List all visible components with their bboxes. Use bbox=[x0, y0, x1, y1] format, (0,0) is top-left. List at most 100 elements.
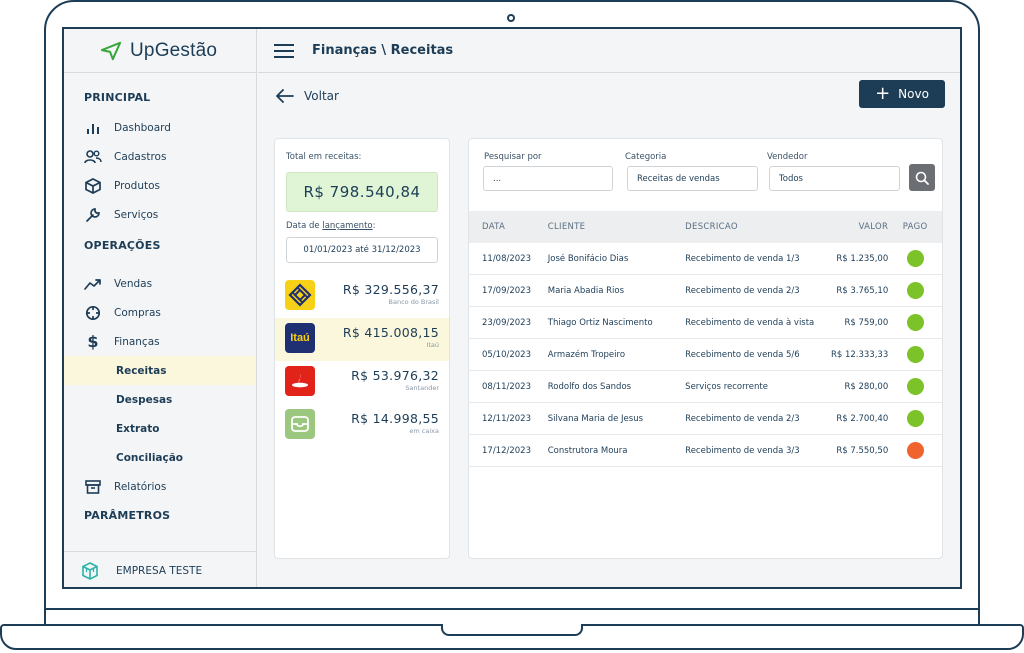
back-button[interactable]: Voltar bbox=[276, 89, 339, 103]
paid-status-dot[interactable] bbox=[906, 346, 924, 363]
table-row[interactable]: 05/10/2023 Armazém Tropeiro Recebimento de… bbox=[469, 339, 942, 371]
sidebar-item-dashboard[interactable]: Dashboard bbox=[64, 113, 256, 142]
sidebar-item-label: Vendas bbox=[114, 277, 153, 290]
sidebar-item-label: Dashboard bbox=[114, 121, 171, 134]
date-label-link[interactable]: lançamento bbox=[322, 221, 372, 231]
accounts-panel: Total em receitas: R$ 798.540,84 Data de… bbox=[274, 138, 450, 559]
cell-paid bbox=[888, 250, 942, 267]
cell-description: Recebimento de venda à vista bbox=[685, 317, 815, 328]
sidebar-subitem-conciliacao[interactable]: Conciliação bbox=[64, 443, 256, 472]
bank-amount: R$ 329.556,37 bbox=[342, 282, 439, 297]
sidebar-item-label: Compras bbox=[114, 306, 161, 319]
sidebar-item-relatorios[interactable]: Relatórios bbox=[64, 472, 256, 501]
unpaid-status-dot[interactable] bbox=[906, 442, 924, 459]
cell-description: Recebimento de venda 2/3 bbox=[685, 285, 800, 296]
hamburger-menu-icon[interactable] bbox=[274, 43, 294, 58]
cell-client: Armazém Tropeiro bbox=[547, 349, 626, 360]
filters-bar: Pesquisar por ... Categoria Receitas de … bbox=[469, 139, 942, 211]
paper-plane-icon bbox=[100, 41, 122, 60]
date-range-input[interactable]: 01/01/2023 até 31/12/2023 bbox=[286, 237, 438, 263]
category-select[interactable]: Receitas de vendas bbox=[627, 166, 758, 191]
date-label-prefix: Data de bbox=[286, 221, 323, 231]
cell-description: Recebimento de venda 1/3 bbox=[685, 253, 800, 264]
search-input[interactable]: ... bbox=[483, 166, 613, 191]
bank-name: Banco do Brasil bbox=[388, 298, 439, 306]
paid-status-dot[interactable] bbox=[906, 314, 924, 331]
topbar: Finanças \ Receitas bbox=[258, 29, 960, 73]
column-header-client[interactable]: CLIENTE bbox=[535, 222, 672, 232]
cube-icon bbox=[82, 561, 98, 580]
cell-date: 11/08/2023 bbox=[482, 253, 531, 264]
sidebar-item-compras[interactable]: Compras bbox=[64, 298, 256, 327]
bank-row-caixa[interactable]: R$ 14.998,55 em caixa bbox=[275, 404, 449, 447]
sidebar-item-label: Produtos bbox=[114, 179, 160, 192]
company-name: EMPRESA TESTE bbox=[116, 564, 203, 577]
company-selector[interactable]: EMPRESA TESTE bbox=[64, 551, 256, 587]
cell-value: R$ 3.765,10 bbox=[836, 285, 889, 296]
bank-row-banco-do-brasil[interactable]: R$ 329.556,37 Banco do Brasil bbox=[275, 275, 449, 318]
bar-chart-icon bbox=[84, 119, 102, 137]
sidebar-item-produtos[interactable]: Produtos bbox=[64, 171, 256, 200]
sidebar-item-cadastros[interactable]: Cadastros bbox=[64, 142, 256, 171]
itau-logo-icon: Itaú bbox=[285, 323, 315, 353]
section-parametros: PARÂMETROS bbox=[84, 509, 171, 522]
date-label: Data de lançamento: bbox=[275, 212, 449, 231]
cell-description: Recebimento de venda 3/3 bbox=[685, 445, 800, 456]
cell-value: R$ 280,00 bbox=[844, 381, 889, 392]
cash-drawer-icon bbox=[285, 409, 315, 439]
sidebar-item-vendas[interactable]: Vendas bbox=[64, 269, 256, 298]
paid-status-dot[interactable] bbox=[906, 378, 924, 395]
bank-name: Itaú bbox=[426, 341, 439, 349]
sidebar-subitem-receitas[interactable]: Receitas bbox=[64, 356, 256, 385]
sidebar-item-label: Finanças bbox=[114, 335, 160, 348]
sidebar-subitem-despesas[interactable]: Despesas bbox=[64, 385, 256, 414]
column-header-description[interactable]: DESCRICAO bbox=[672, 222, 816, 232]
table-row[interactable]: 08/11/2023 Rodolfo dos Sandos Serviços rec… bbox=[469, 371, 942, 403]
plus-icon: + bbox=[875, 83, 891, 104]
sidebar-item-label: Cadastros bbox=[114, 150, 167, 163]
cell-value: R$ 759,00 bbox=[844, 317, 889, 328]
table-row[interactable]: 17/09/2023 Maria Abadia Rios Recebimento d… bbox=[469, 275, 942, 307]
camera-icon bbox=[507, 14, 515, 22]
section-principal: PRINCIPAL bbox=[84, 91, 151, 104]
column-header-value[interactable]: VALOR bbox=[817, 222, 889, 232]
cell-paid bbox=[888, 314, 942, 331]
search-icon bbox=[915, 171, 929, 185]
app-screen: UpGestão PRINCIPAL Dashboard Cadastros P… bbox=[62, 27, 962, 589]
table-row[interactable]: 17/12/2023 Construtora Moura Recebimento d… bbox=[469, 435, 942, 467]
wrench-icon bbox=[84, 206, 102, 224]
brand-name: UpGestão bbox=[130, 39, 218, 61]
bank-amount: R$ 53.976,32 bbox=[351, 368, 439, 383]
paid-status-dot[interactable] bbox=[906, 410, 924, 427]
seller-select[interactable]: Todos bbox=[769, 166, 900, 191]
cell-description: Recebimento de venda 2/3 bbox=[685, 413, 800, 424]
cell-paid bbox=[888, 442, 942, 459]
search-button[interactable] bbox=[909, 164, 935, 191]
search-label: Pesquisar por bbox=[484, 152, 542, 162]
new-button[interactable]: + Novo bbox=[859, 80, 945, 108]
bank-row-itau[interactable]: Itaú R$ 415.008,15 Itaú bbox=[275, 318, 449, 361]
users-icon bbox=[84, 148, 102, 166]
bank-row-santander[interactable]: R$ 53.976,32 Santander bbox=[275, 361, 449, 404]
cell-paid bbox=[888, 410, 942, 427]
action-bar: Voltar + Novo bbox=[258, 74, 960, 118]
new-button-label: Novo bbox=[898, 87, 929, 101]
bank-name: Santander bbox=[405, 384, 439, 392]
brand[interactable]: UpGestão bbox=[64, 29, 256, 73]
paid-status-dot[interactable] bbox=[906, 250, 924, 267]
paid-status-dot[interactable] bbox=[906, 282, 924, 299]
total-label: Total em receitas: bbox=[286, 152, 362, 162]
sidebar-item-servicos[interactable]: Serviços bbox=[64, 200, 256, 229]
table-row[interactable]: 23/09/2023 Thiago Ortiz Nascimento Recebim… bbox=[469, 307, 942, 339]
column-header-paid[interactable]: PAGO bbox=[888, 222, 942, 232]
column-header-date[interactable]: DATA bbox=[469, 222, 535, 232]
seller-label: Vendedor bbox=[767, 152, 808, 162]
sidebar-subitem-extrato[interactable]: Extrato bbox=[64, 414, 256, 443]
back-label: Voltar bbox=[304, 89, 339, 103]
laptop-notch bbox=[441, 624, 583, 636]
date-label-suffix: : bbox=[372, 221, 376, 231]
table-row[interactable]: 11/08/2023 José Bonifácio Dias Recebimento… bbox=[469, 243, 942, 275]
sidebar-item-financas[interactable]: $ Finanças bbox=[64, 327, 256, 356]
table-row[interactable]: 12/11/2023 Silvana Maria de Jesus Recebime… bbox=[469, 403, 942, 435]
cell-client: Maria Abadia Rios bbox=[547, 285, 625, 296]
